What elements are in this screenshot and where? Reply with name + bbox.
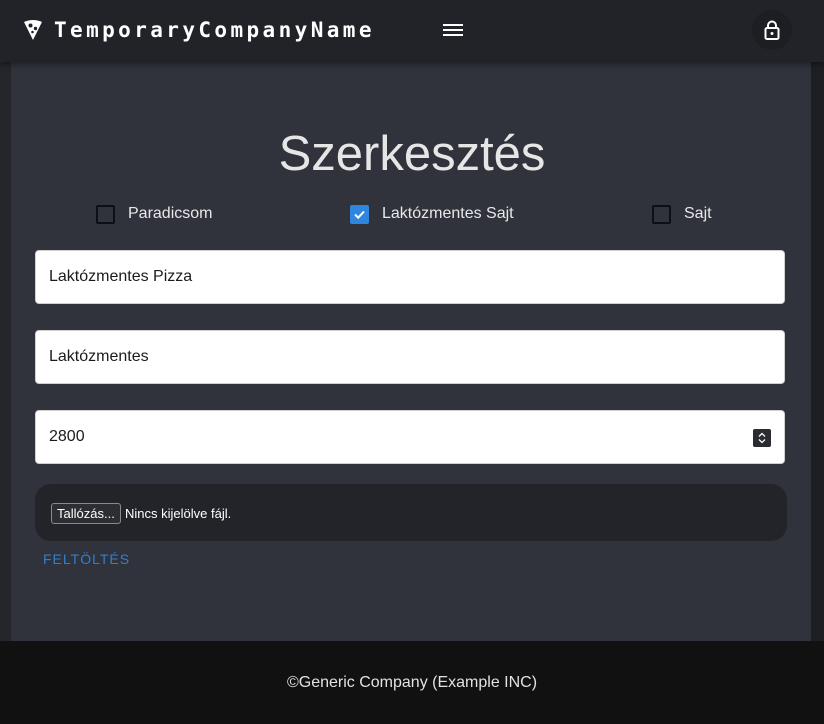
- lock-button[interactable]: [752, 10, 792, 50]
- checkbox-label: Laktózmentes Sajt: [382, 205, 514, 222]
- stepper-arrows-icon: [758, 432, 766, 444]
- file-status-text: Nincs kijelölve fájl.: [125, 506, 232, 521]
- upload-button[interactable]: FELTÖLTÉS: [43, 551, 130, 567]
- checkbox-label: Paradicsom: [128, 205, 213, 222]
- browse-file-button[interactable]: Tallózás...: [51, 503, 121, 524]
- name-input[interactable]: [36, 251, 784, 303]
- checkbox-paradicsom[interactable]: Paradicsom: [96, 202, 212, 226]
- page-title: Szerkesztés: [278, 127, 546, 181]
- checkbox-label: Sajt: [684, 205, 712, 222]
- footer: ©Generic Company (Example INC): [0, 641, 824, 724]
- price-stepper[interactable]: [753, 429, 771, 447]
- brand-name[interactable]: TemporaryCompanyName: [54, 16, 375, 44]
- lock-icon: [764, 20, 780, 40]
- toppings-checkboxes: Paradicsom Laktózmentes Sajt Sajt: [0, 202, 824, 226]
- checkbox-box[interactable]: [96, 204, 115, 224]
- check-icon: [354, 210, 365, 219]
- checkbox-sajt[interactable]: Sajt: [652, 202, 712, 226]
- description-input[interactable]: [36, 331, 784, 383]
- price-input[interactable]: [36, 411, 784, 463]
- checkbox-laktozmentes-sajt[interactable]: Laktózmentes Sajt: [350, 202, 514, 226]
- price-field: [35, 410, 785, 464]
- hamburger-menu-icon: [443, 24, 463, 36]
- name-field: [35, 250, 785, 304]
- copyright-text: ©Generic Company (Example INC): [286, 674, 538, 691]
- top-navbar: TemporaryCompanyName: [0, 0, 824, 62]
- checkbox-box[interactable]: [652, 204, 671, 224]
- file-upload-area: Tallózás... Nincs kijelölve fájl.: [35, 484, 787, 541]
- checkbox-box[interactable]: [350, 204, 369, 224]
- menu-toggle-button[interactable]: [440, 18, 466, 44]
- pizza-slice-icon[interactable]: [23, 19, 43, 41]
- description-field: [35, 330, 785, 384]
